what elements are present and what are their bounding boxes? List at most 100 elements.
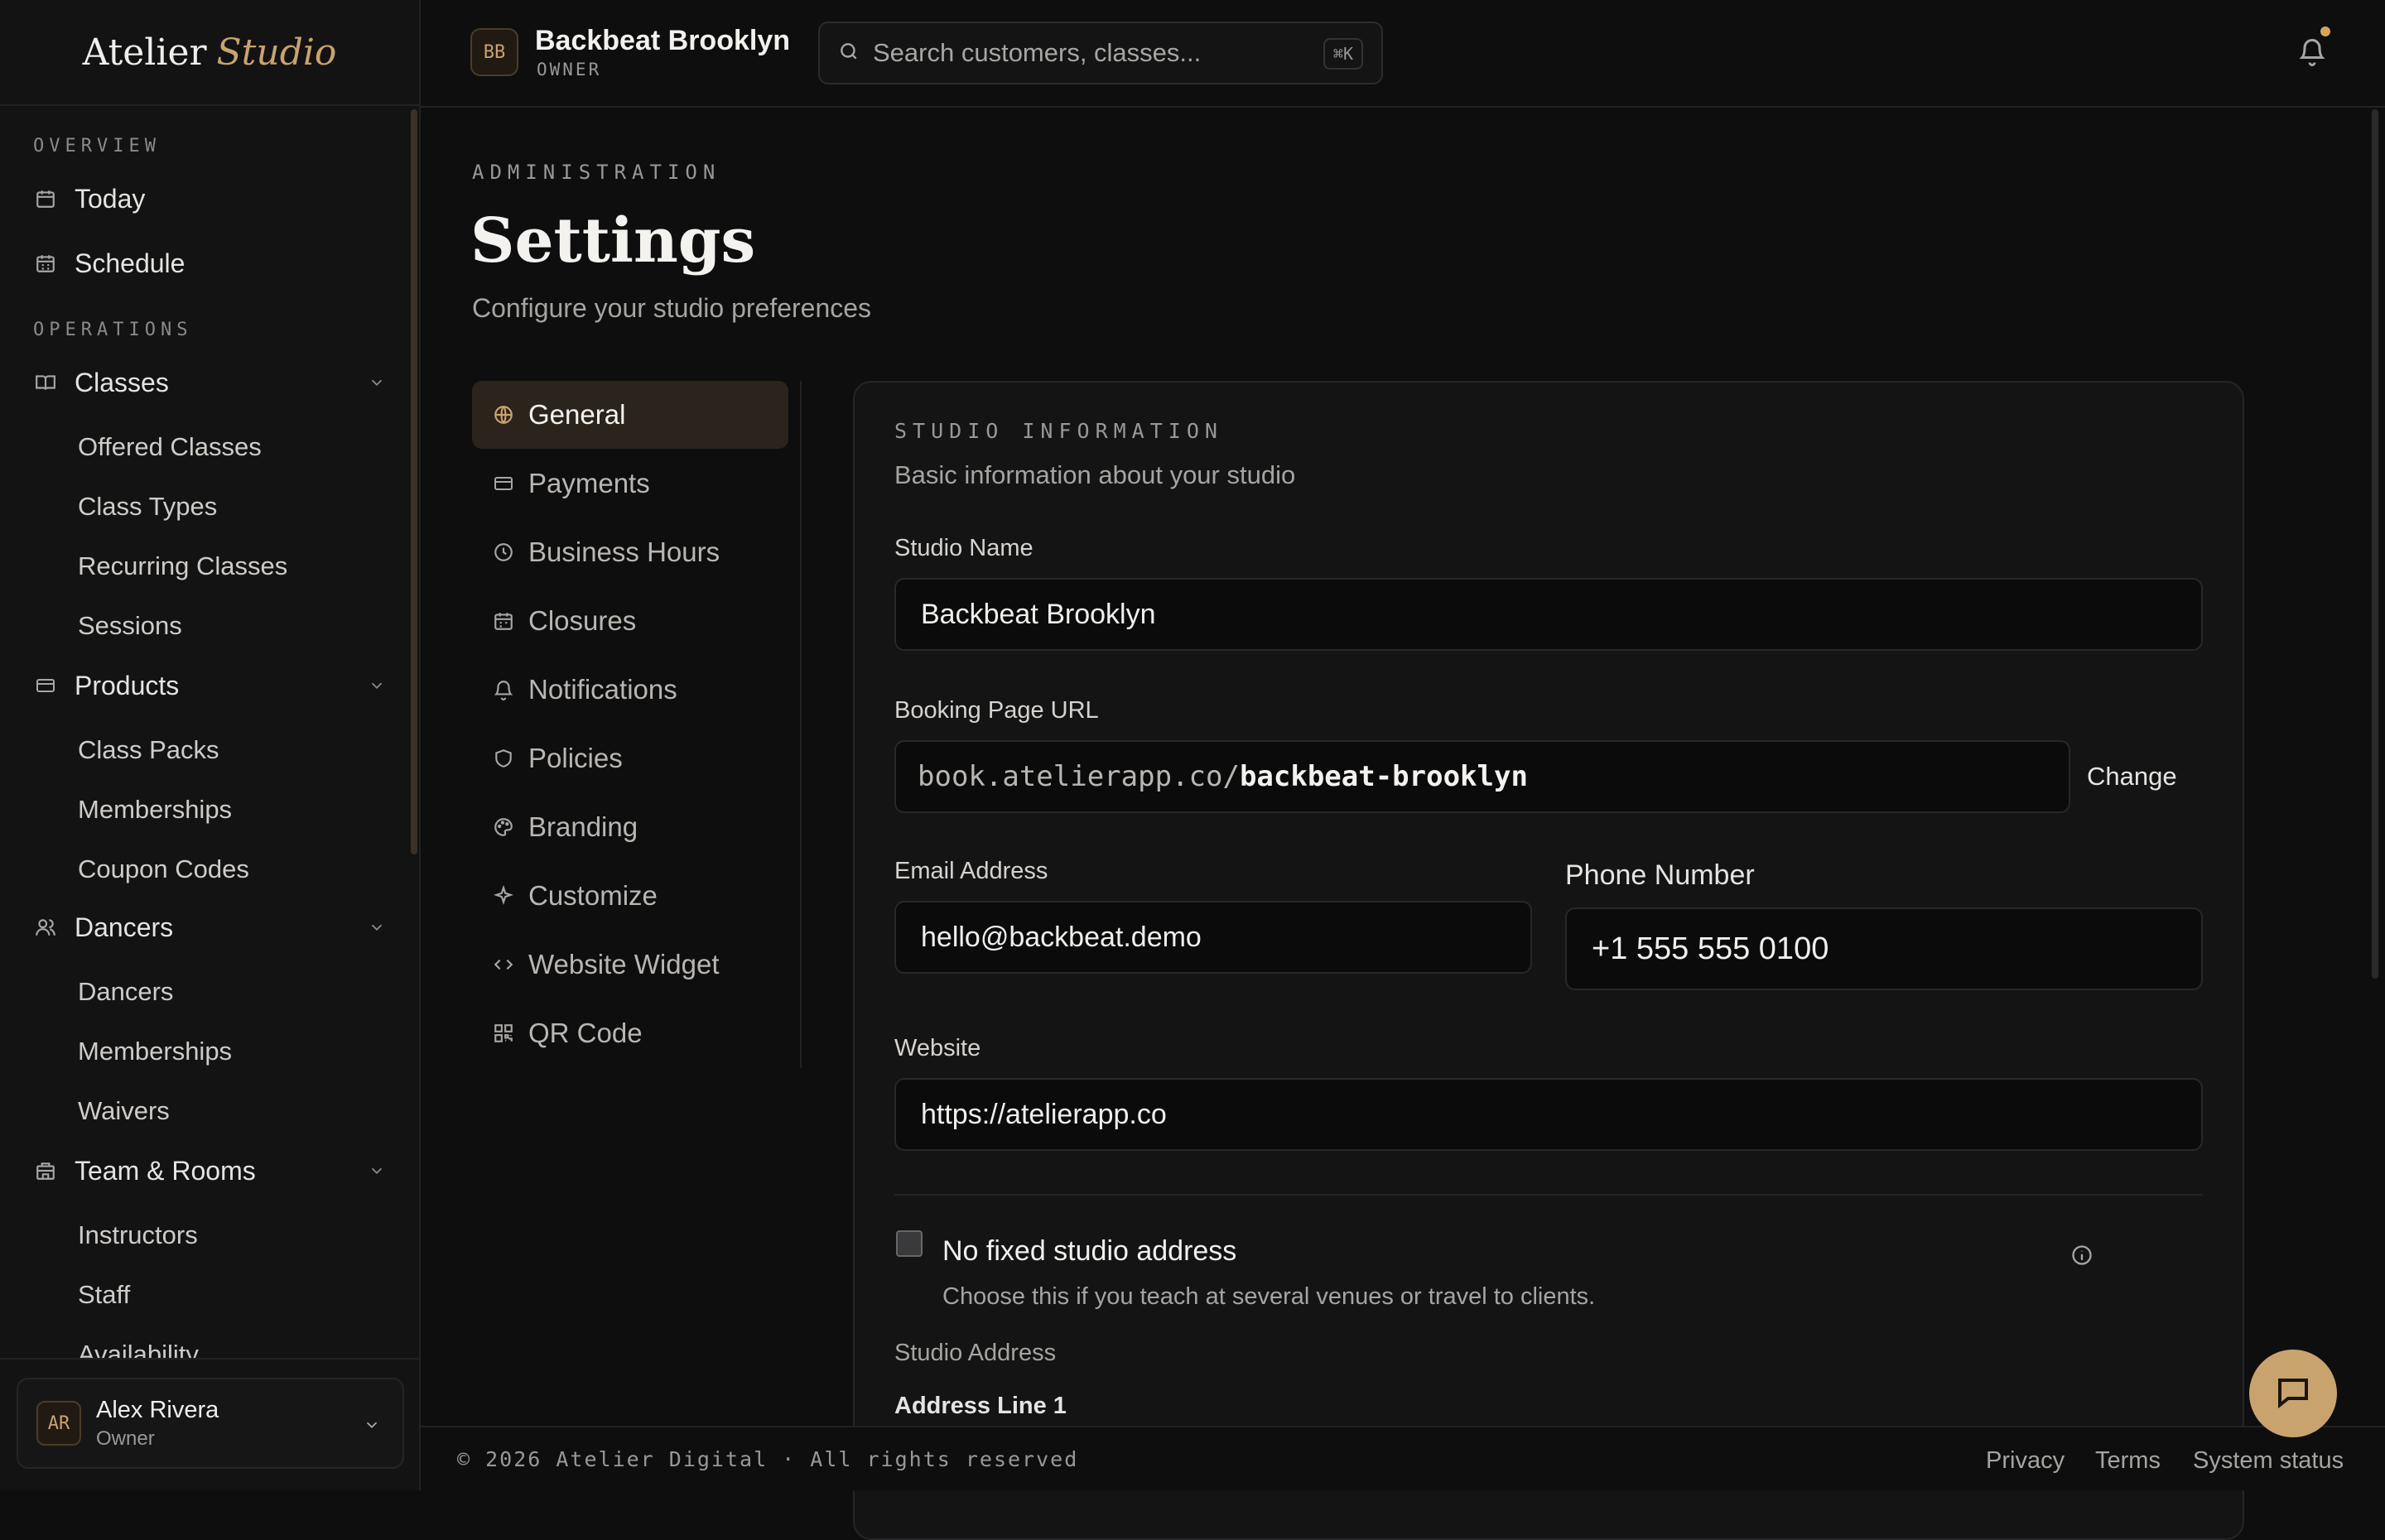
users-icon <box>33 915 58 940</box>
chevron-down-icon[interactable] <box>368 1162 386 1180</box>
brand-logo[interactable]: Atelier Studio <box>0 0 419 106</box>
website-value: https://atelierapp.co <box>921 1098 1167 1130</box>
sidebar-item-staff[interactable]: Staff <box>78 1273 130 1316</box>
sidebar-scrollbar[interactable] <box>411 109 417 854</box>
no-fixed-address-label[interactable]: No fixed studio address <box>942 1235 1236 1268</box>
sidebar-item-availability[interactable]: Availability <box>78 1333 199 1358</box>
tab-closures[interactable]: Closures <box>472 587 788 655</box>
tab-payments[interactable]: Payments <box>472 450 788 517</box>
building-icon <box>33 1158 58 1183</box>
sidebar-group-products[interactable]: Products <box>33 662 386 709</box>
clock-icon <box>492 541 515 564</box>
change-url-button[interactable]: Change <box>2087 762 2177 792</box>
tab-business-hours[interactable]: Business Hours <box>472 518 788 586</box>
sidebar-item-label: Team & Rooms <box>75 1155 256 1186</box>
footer-link-privacy[interactable]: Privacy <box>1986 1447 2065 1475</box>
no-fixed-address-checkbox[interactable] <box>896 1230 923 1257</box>
studio-name-field[interactable]: Backbeat Brooklyn <box>894 578 2203 651</box>
footer-link-terms[interactable]: Terms <box>2095 1447 2161 1475</box>
tab-label: Closures <box>528 605 637 636</box>
search-input[interactable]: Search customers, classes... ⌘K <box>818 22 1383 84</box>
studio-avatar[interactable]: BB <box>470 28 518 76</box>
sidebar-item-label: Products <box>75 670 180 700</box>
sidebar-item-sessions[interactable]: Sessions <box>78 604 182 647</box>
bell-icon[interactable] <box>2297 36 2329 68</box>
studio-name-label: Studio Name <box>894 535 1034 561</box>
sidebar-item-label: Classes <box>75 367 169 397</box>
sidebar-group-classes[interactable]: Classes <box>33 359 386 406</box>
phone-label: Phone Number <box>1565 859 1755 891</box>
search-icon <box>838 41 860 66</box>
website-field[interactable]: https://atelierapp.co <box>894 1078 2203 1151</box>
sidebar-item-class-types[interactable]: Class Types <box>78 485 217 528</box>
search-placeholder: Search customers, classes... <box>873 38 1202 67</box>
sidebar-group-dancers[interactable]: Dancers <box>33 904 386 950</box>
tab-qr-code[interactable]: QR Code <box>472 999 788 1067</box>
sidebar-divider <box>0 1358 421 1360</box>
card-subtitle: Basic information about your studio <box>894 460 1296 489</box>
sparkle-icon <box>492 884 515 907</box>
sidebar-item-memberships[interactable]: Memberships <box>78 788 232 831</box>
calendar-icon <box>33 186 58 211</box>
calendar-grid-icon <box>33 251 58 276</box>
tab-website-widget[interactable]: Website Widget <box>472 931 788 999</box>
chat-button[interactable] <box>2249 1350 2337 1437</box>
booking-url-field[interactable]: book.atelierapp.co/backbeat-brooklyn <box>894 740 2070 813</box>
sidebar-nav: OVERVIEW Today Schedule OPERATIONS Class… <box>0 108 419 1358</box>
top-bar: BB Backbeat Brooklyn OWNER Search custom… <box>421 0 2385 108</box>
sidebar: Atelier Studio OVERVIEW Today Schedule OP… <box>0 0 421 1490</box>
sidebar-item-label: Today <box>75 183 146 214</box>
studio-name-value: Backbeat Brooklyn <box>921 598 1156 630</box>
chevron-down-icon <box>363 1416 381 1438</box>
sidebar-item-label: Dancers <box>75 912 174 942</box>
globe-icon <box>492 403 515 426</box>
code-icon <box>492 953 515 976</box>
sidebar-item-dancers[interactable]: Dancers <box>78 970 173 1013</box>
tab-label: Website Widget <box>528 949 720 979</box>
sidebar-item-recurring-classes[interactable]: Recurring Classes <box>78 545 287 588</box>
website-label: Website <box>894 1035 981 1061</box>
sidebar-item-coupon-codes[interactable]: Coupon Codes <box>78 848 249 891</box>
section-divider <box>894 1194 2203 1196</box>
phone-field[interactable]: +1 555 555 0100 <box>1565 907 2203 990</box>
sidebar-item-waivers[interactable]: Waivers <box>78 1090 170 1133</box>
tab-branding[interactable]: Branding <box>472 793 788 861</box>
email-field[interactable]: hello@backbeat.demo <box>894 901 1532 974</box>
sidebar-item-schedule[interactable]: Schedule <box>33 240 386 286</box>
sidebar-item-offered-classes[interactable]: Offered Classes <box>78 426 262 469</box>
chevron-down-icon[interactable] <box>368 373 386 392</box>
qr-icon <box>492 1022 515 1045</box>
shield-icon <box>492 747 515 770</box>
brand-name: Atelier <box>82 31 207 74</box>
tab-customize[interactable]: Customize <box>472 862 788 930</box>
sidebar-item-today[interactable]: Today <box>33 176 386 222</box>
sidebar-item-dancer-memberships[interactable]: Memberships <box>78 1030 232 1073</box>
user-menu[interactable]: AR Alex Rivera Owner <box>17 1378 404 1469</box>
footer: © 2026 Atelier Digital · All rights rese… <box>421 1426 2385 1490</box>
sidebar-item-instructors[interactable]: Instructors <box>78 1214 198 1257</box>
tab-policies[interactable]: Policies <box>472 724 788 792</box>
tab-notifications[interactable]: Notifications <box>472 656 788 724</box>
calendar-icon <box>492 609 515 633</box>
address-line1-label: Address Line 1 <box>894 1393 1067 1419</box>
info-icon[interactable] <box>2070 1244 2094 1271</box>
sidebar-group-team-rooms[interactable]: Team & Rooms <box>33 1148 386 1194</box>
no-fixed-address-help: Choose this if you teach at several venu… <box>942 1283 1596 1310</box>
nav-section-overview: OVERVIEW <box>33 136 161 156</box>
chevron-down-icon[interactable] <box>368 676 386 695</box>
tab-general[interactable]: General <box>472 381 788 449</box>
sidebar-item-class-packs[interactable]: Class Packs <box>78 729 219 772</box>
studio-address-heading: Studio Address <box>894 1340 1057 1366</box>
card-icon <box>33 673 58 698</box>
tab-label: Policies <box>528 743 623 773</box>
studio-name[interactable]: Backbeat Brooklyn <box>535 25 790 57</box>
page-title: Settings <box>470 205 756 277</box>
user-name: Alex Rivera <box>96 1396 219 1423</box>
page-eyebrow: ADMINISTRATION <box>472 161 721 184</box>
user-role: Owner <box>96 1427 155 1450</box>
booking-url-slug: backbeat-brooklyn <box>1239 760 1528 793</box>
footer-link-system-status[interactable]: System status <box>2193 1447 2344 1475</box>
chevron-down-icon[interactable] <box>368 918 386 936</box>
book-icon <box>33 370 58 395</box>
main-scrollbar[interactable] <box>2372 109 2378 979</box>
